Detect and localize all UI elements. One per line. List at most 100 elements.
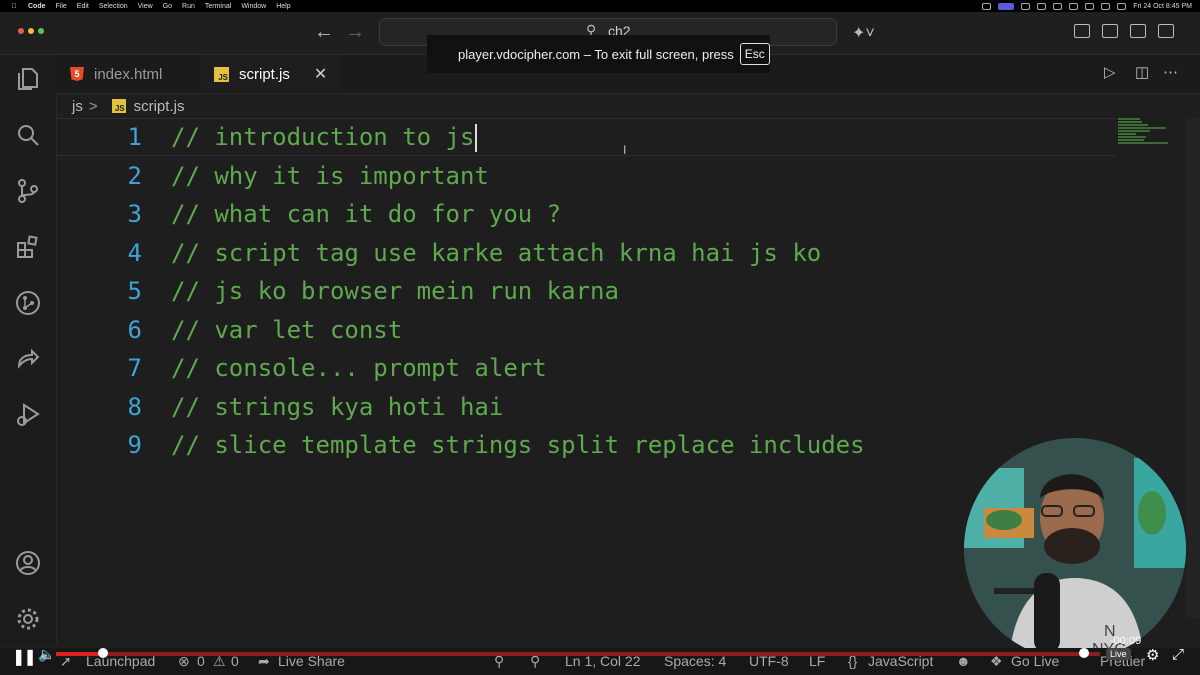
editor-scrollbar[interactable]: [1186, 118, 1200, 618]
video-progress-bar[interactable]: [56, 648, 1100, 658]
text-cursor: [475, 123, 478, 152]
code-comment: // slice template strings split replace …: [171, 431, 865, 459]
apple-icon[interactable]: : [10, 3, 18, 10]
code-comment: // what can it do for you ?: [171, 200, 562, 228]
code-line[interactable]: 1 // introduction to js: [56, 118, 1116, 156]
menubar-clock[interactable]: Fri 24 Oct 8:45 PM: [1133, 3, 1192, 10]
code-comment: // why it is important: [171, 162, 489, 190]
live-share-icon[interactable]: [14, 345, 42, 373]
menu-help[interactable]: Help: [276, 3, 290, 10]
window-controls: [18, 28, 44, 34]
code-line[interactable]: 9 // slice template strings split replac…: [56, 426, 1116, 464]
zoom-window-button[interactable]: [38, 28, 44, 34]
menu-file[interactable]: File: [56, 3, 67, 10]
status-icon[interactable]: [1053, 2, 1063, 10]
volume-icon[interactable]: 🔈: [38, 646, 55, 663]
split-editor-icon[interactable]: ◫: [1135, 63, 1149, 81]
menu-window[interactable]: Window: [241, 3, 266, 10]
line-number: 4: [127, 239, 142, 267]
run-debug-icon[interactable]: [14, 401, 42, 429]
copilot-icon[interactable]: ✦˅: [852, 23, 875, 43]
minimap-line: [1118, 130, 1150, 132]
search-icon[interactable]: [1101, 2, 1111, 10]
source-control-icon[interactable]: [14, 177, 42, 205]
code-comment: // strings kya hoti hai: [171, 393, 504, 421]
minimap[interactable]: [1118, 118, 1190, 148]
more-actions-icon[interactable]: ⋯: [1163, 63, 1179, 81]
code-line[interactable]: 4 // script tag use karke attach krna ha…: [56, 234, 1116, 272]
extensions-icon[interactable]: [14, 233, 42, 261]
status-icon[interactable]: [1021, 2, 1031, 10]
tab-script-js[interactable]: JS script.js ✕: [200, 55, 342, 93]
code-line[interactable]: 8 // strings kya hoti hai: [56, 388, 1116, 426]
breadcrumb-file[interactable]: script.js: [134, 98, 185, 115]
menu-go[interactable]: Go: [163, 3, 172, 10]
activity-bar: [0, 55, 57, 645]
customize-layout-icon[interactable]: [1074, 24, 1090, 38]
menu-terminal[interactable]: Terminal: [205, 3, 231, 10]
status-icon[interactable]: [1037, 2, 1047, 10]
code-comment: // script tag use karke attach krna hai …: [171, 239, 822, 267]
code-line[interactable]: 7 // console... prompt alert: [56, 349, 1116, 387]
status-icon[interactable]: [982, 2, 992, 10]
search-icon[interactable]: [14, 121, 42, 149]
toggle-primary-sidebar-icon[interactable]: [1102, 24, 1118, 38]
progress-thumb[interactable]: [97, 648, 108, 658]
code-text: // introduction to js: [171, 122, 475, 151]
mouse-ibeam-cursor-icon: I: [623, 143, 627, 157]
wifi-icon[interactable]: [1085, 2, 1095, 10]
line-number: 9: [127, 431, 142, 459]
breadcrumb-folder[interactable]: js: [72, 98, 83, 115]
breadcrumb: js > JS script.js: [72, 95, 184, 117]
player-settings-gear-icon[interactable]: ⚙: [1146, 646, 1159, 664]
menu-app-name[interactable]: Code: [28, 3, 46, 10]
menu-edit[interactable]: Edit: [77, 3, 89, 10]
code-line[interactable]: 2 // why it is important: [56, 157, 1116, 195]
close-window-button[interactable]: [18, 28, 24, 34]
battery-icon[interactable]: [1069, 2, 1079, 10]
line-number: 6: [127, 316, 142, 344]
tab-label: index.html: [94, 65, 163, 83]
minimap-line: [1118, 127, 1166, 129]
code-editor[interactable]: 1 // introduction to js 2 // why it is i…: [56, 118, 1116, 648]
minimap-line: [1118, 121, 1142, 123]
code-line[interactable]: 6 // var let const: [56, 311, 1116, 349]
layout-controls: [1074, 24, 1174, 38]
menu-run[interactable]: Run: [182, 3, 195, 10]
menu-selection[interactable]: Selection: [99, 3, 128, 10]
fullscreen-message: player.vdocipher.com – To exit full scre…: [458, 46, 734, 62]
code-line[interactable]: 5 // js ko browser mein run karna: [56, 272, 1116, 310]
accounts-icon[interactable]: [14, 549, 42, 577]
explorer-icon[interactable]: [14, 65, 42, 93]
close-tab-icon[interactable]: ✕: [314, 64, 327, 84]
minimap-line: [1118, 142, 1168, 144]
git-graph-icon[interactable]: [14, 289, 42, 317]
chevron-right-icon: >: [88, 97, 98, 115]
forward-arrow-icon[interactable]: →: [345, 21, 365, 44]
js-file-icon: JS: [111, 99, 126, 113]
settings-gear-icon[interactable]: [14, 605, 42, 633]
volume-slider-thumb[interactable]: [1079, 648, 1089, 658]
exit-fullscreen-icon[interactable]: ⤢: [1172, 646, 1184, 663]
line-number: 3: [127, 200, 142, 228]
back-arrow-icon[interactable]: ←: [314, 21, 334, 44]
tab-index-html[interactable]: 5 index.html: [56, 55, 199, 93]
minimize-window-button[interactable]: [28, 28, 34, 34]
minimap-line: [1118, 118, 1140, 120]
line-number: 2: [127, 162, 142, 190]
screen-record-icon[interactable]: [998, 2, 1015, 10]
pause-icon[interactable]: ❚❚: [12, 647, 37, 667]
toggle-panel-icon[interactable]: [1130, 24, 1146, 38]
presenter-video-icon: N NYC: [964, 438, 1186, 660]
control-center-icon[interactable]: [1117, 2, 1127, 10]
time-remaining: -00:09: [1110, 635, 1142, 647]
menu-view[interactable]: View: [138, 3, 153, 10]
code-comment: // var let const: [171, 316, 403, 344]
toggle-secondary-sidebar-icon[interactable]: [1158, 24, 1174, 38]
fullscreen-notice: player.vdocipher.com – To exit full scre…: [427, 35, 770, 73]
code-line[interactable]: 3 // what can it do for you ?: [56, 195, 1116, 233]
live-badge[interactable]: Live: [1106, 648, 1131, 660]
esc-key-hint: Esc: [739, 43, 770, 65]
run-file-icon[interactable]: ▷: [1104, 63, 1116, 81]
minimap-line: [1118, 136, 1146, 138]
